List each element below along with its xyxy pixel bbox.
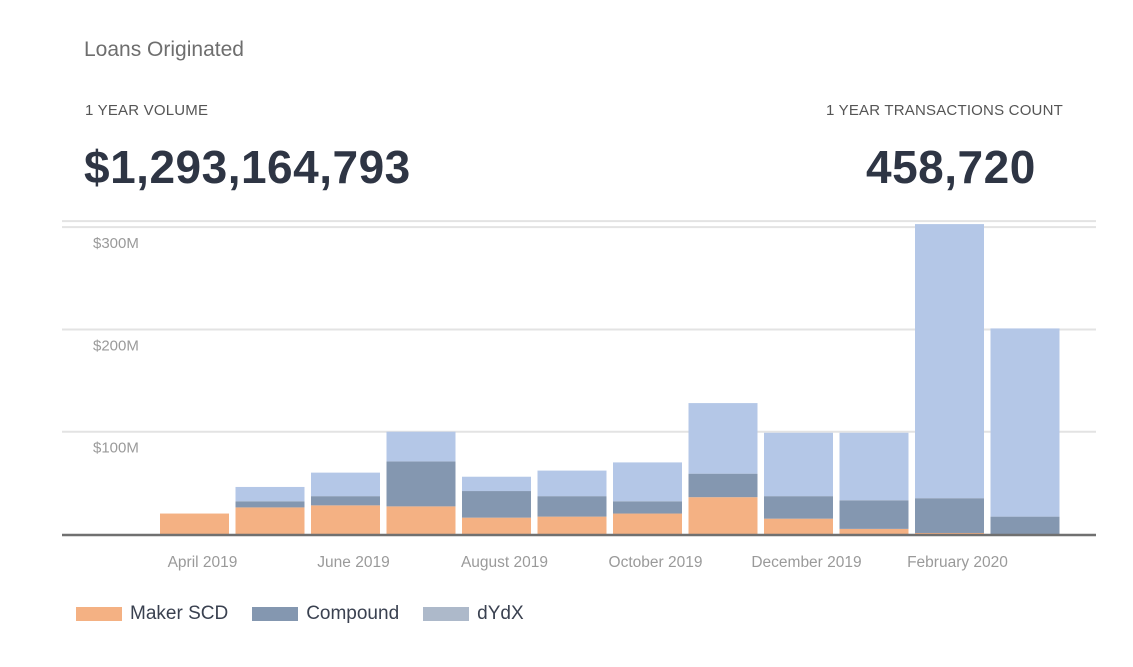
legend-swatch-dydx [423,607,470,621]
bar-segment-dydx[interactable] [990,328,1060,517]
bar-segment-maker[interactable] [688,497,758,534]
bar-segment-dydx[interactable] [839,432,909,501]
x-tick-label: October 2019 [609,554,703,571]
bar-segment-compound[interactable] [311,496,380,506]
legend-swatch-compound [252,607,299,621]
bar-segment-compound[interactable] [990,516,1060,534]
bar-segment-compound[interactable] [386,461,456,507]
legend: Maker SCD Compound dYdX [76,603,548,625]
y-tick-label: $200M [93,337,139,354]
x-tick-label: August 2019 [461,554,548,571]
bar-segment-compound[interactable] [915,498,984,533]
bar-segment-compound[interactable] [688,473,758,498]
bars [160,224,1060,534]
y-tick-label: $100M [93,440,139,457]
legend-label-compound: Compound [306,603,400,624]
bar-segment-compound[interactable] [462,491,531,518]
bar-segment-dydx[interactable] [311,472,380,497]
x-tick-label: February 2020 [907,554,1008,571]
legend-item-maker[interactable]: Maker SCD [76,603,228,625]
legend-item-compound[interactable]: Compound [252,603,399,625]
legend-label-maker: Maker SCD [130,603,229,624]
x-axis-labels: April 2019 June 2019 August 2019 October 20… [168,554,1009,571]
x-tick-label: June 2019 [317,554,389,571]
bar-segment-maker[interactable] [839,528,909,534]
bar-segment-compound[interactable] [764,496,833,519]
legend-label-dydx: dYdX [477,603,524,624]
bar-segment-dydx[interactable] [537,470,607,497]
bar-segment-dydx[interactable] [462,476,531,492]
bar-segment-maker[interactable] [537,516,607,534]
bar-segment-compound[interactable] [235,501,305,508]
y-tick-label: $300M [93,235,139,252]
legend-swatch-maker [76,607,122,621]
bar-segment-maker[interactable] [386,506,456,534]
bar-segment-dydx[interactable] [915,224,984,499]
bar-segment-dydx[interactable] [613,462,682,502]
bar-segment-maker[interactable] [764,518,833,534]
legend-item-dydx[interactable]: dYdX [423,603,524,625]
bar-segment-maker[interactable] [613,513,682,534]
bar-segment-dydx[interactable] [235,486,305,502]
y-axis-labels: $100M $200M $300M [93,235,139,457]
bar-segment-dydx[interactable] [764,432,833,497]
bar-segment-dydx[interactable] [386,431,456,462]
bar-segment-maker[interactable] [160,513,229,534]
bar-segment-compound[interactable] [537,496,607,517]
bar-segment-dydx[interactable] [688,403,758,474]
bar-segment-maker[interactable] [235,507,305,534]
stacked-bar-chart: $100M $200M $300M April 2019 June 2019 Augus… [62,220,1096,571]
bar-segment-maker[interactable] [311,505,380,534]
bar-segment-compound[interactable] [613,501,682,514]
x-tick-label: December 2019 [751,554,861,571]
bar-segment-compound[interactable] [839,500,909,529]
x-tick-label: April 2019 [168,554,238,571]
bar-segment-maker[interactable] [462,517,531,534]
